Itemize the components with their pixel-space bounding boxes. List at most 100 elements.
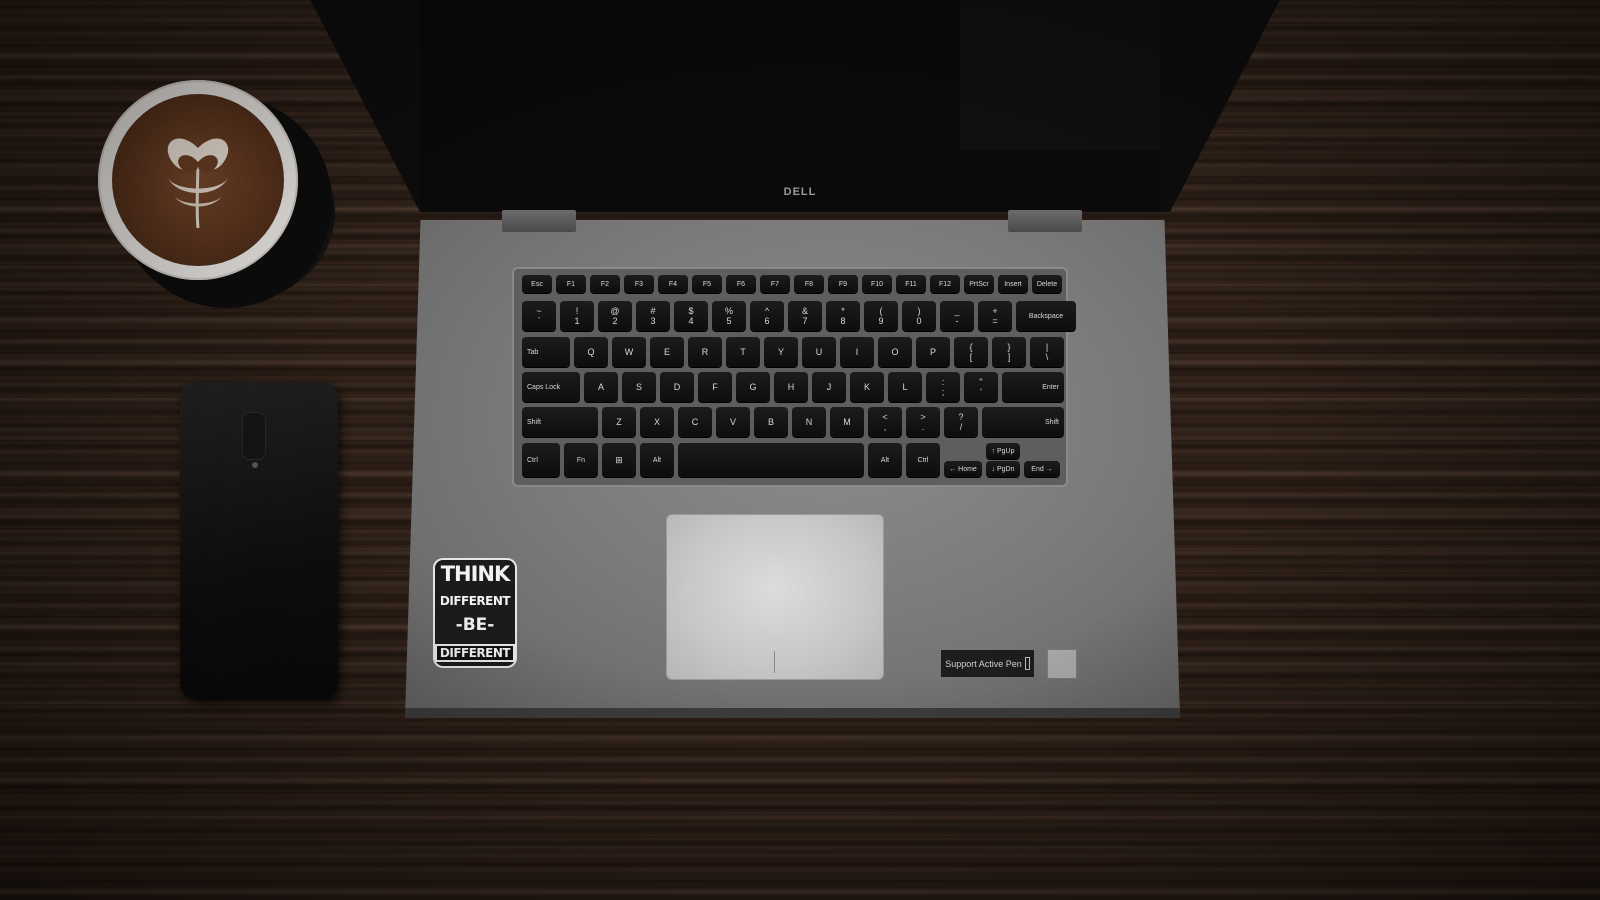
key-letter[interactable]: V [716, 407, 750, 437]
key-symbol[interactable]: | \ [1030, 337, 1064, 367]
key-ctrl-right[interactable]: Ctrl [906, 443, 940, 477]
key-fn-row[interactable]: F10 [862, 275, 892, 293]
key-spacebar[interactable] [678, 443, 864, 477]
laptop-base-edge [405, 708, 1180, 718]
key-letter[interactable]: H [774, 372, 808, 402]
key-fn-row[interactable]: F3 [624, 275, 654, 293]
touchpad[interactable] [666, 514, 884, 680]
key-fn-row[interactable]: F12 [930, 275, 960, 293]
key-letter[interactable]: G [736, 372, 770, 402]
key-letter[interactable]: I [840, 337, 874, 367]
key-symbol[interactable]: <, [868, 407, 902, 437]
key-letter[interactable]: Q [574, 337, 608, 367]
key-symbol[interactable]: :; [926, 372, 960, 402]
key-label-bottom: 2 [612, 316, 618, 326]
key-number[interactable]: ~ ` [522, 301, 556, 331]
key-fn-row[interactable]: F1 [556, 275, 586, 293]
key-fn-row[interactable]: F5 [692, 275, 722, 293]
key-letter[interactable]: N [792, 407, 826, 437]
key-letter[interactable]: S [622, 372, 656, 402]
key-fn-row[interactable]: F8 [794, 275, 824, 293]
key-label-top: ) [917, 306, 921, 316]
key-label-top: ( [879, 306, 883, 316]
key-label-top: * [841, 306, 845, 316]
key-letter[interactable]: T [726, 337, 760, 367]
key-letter[interactable]: O [878, 337, 912, 367]
key-alt-left[interactable]: Alt [640, 443, 674, 477]
key-letter[interactable]: A [584, 372, 618, 402]
key-fn-row[interactable]: PrtScr [964, 275, 994, 293]
key-number[interactable]: % 5 [712, 301, 746, 331]
function-row: Esc F1 F2 F3 F4 F5 F6 F7 F8 F9 F10 F11 F12 PrtScr Inse… [522, 275, 1062, 293]
touchpad-divider [774, 651, 775, 673]
key-symbol[interactable]: >. [906, 407, 940, 437]
key-letter[interactable]: W [612, 337, 646, 367]
key-letter[interactable]: L [888, 372, 922, 402]
key-label-bottom: 0 [916, 316, 922, 326]
key-letter[interactable]: R [688, 337, 722, 367]
coffee-cup [98, 80, 298, 280]
key-fn-row[interactable]: F9 [828, 275, 858, 293]
key-letter[interactable]: K [850, 372, 884, 402]
key-fn-row[interactable]: F11 [896, 275, 926, 293]
key-pgup[interactable]: ↑ PgUp [986, 443, 1020, 459]
key-fn-row[interactable]: Insert [998, 275, 1028, 293]
key-fn-row[interactable]: Delete [1032, 275, 1062, 293]
key-number[interactable]: ! 1 [560, 301, 594, 331]
key-number[interactable]: + = [978, 301, 1012, 331]
key-ctrl-left[interactable]: Ctrl [522, 443, 560, 477]
key-letter[interactable]: B [754, 407, 788, 437]
key-label-top: | [1045, 342, 1049, 352]
key-home[interactable]: ← Home [944, 461, 982, 477]
key-letter[interactable]: C [678, 407, 712, 437]
key-letter[interactable]: P [916, 337, 950, 367]
key-letter[interactable]: U [802, 337, 836, 367]
key-letter[interactable]: F [698, 372, 732, 402]
key-alt-right[interactable]: Alt [868, 443, 902, 477]
key-symbol[interactable]: }] [992, 337, 1026, 367]
key-number[interactable]: & 7 [788, 301, 822, 331]
key-number[interactable]: ) 0 [902, 301, 936, 331]
key-backspace[interactable]: Backspace [1016, 301, 1076, 331]
key-number[interactable]: * 8 [826, 301, 860, 331]
key-letter[interactable]: M [830, 407, 864, 437]
key-caps-lock[interactable]: Caps Lock [522, 372, 580, 402]
key-letter[interactable]: X [640, 407, 674, 437]
camera-icon [242, 412, 266, 460]
key-letter[interactable]: D [660, 372, 694, 402]
key-letter[interactable]: Y [764, 337, 798, 367]
key-symbol[interactable]: ? / [944, 407, 978, 437]
key-letter[interactable]: Z [602, 407, 636, 437]
key-end[interactable]: End → [1024, 461, 1060, 477]
key-label-bottom: = [992, 316, 998, 326]
key-tab[interactable]: Tab [522, 337, 570, 367]
key-letter[interactable]: E [650, 337, 684, 367]
sticker-line-different: DIFFERENT [439, 594, 511, 608]
keyboard: Esc F1 F2 F3 F4 F5 F6 F7 F8 F9 F10 F11 F12 PrtScr Inse… [512, 267, 1076, 487]
windows-key-icon[interactable]: ⊞ [602, 443, 636, 477]
key-number[interactable]: $4 [674, 301, 708, 331]
key-shift-left[interactable]: Shift [522, 407, 598, 437]
key-fn-row[interactable]: F7 [760, 275, 790, 293]
key-fn-row[interactable]: F6 [726, 275, 756, 293]
key-number[interactable]: #3 [636, 301, 670, 331]
key-fn-row[interactable]: F2 [590, 275, 620, 293]
key-fn[interactable]: Fn [564, 443, 598, 477]
key-enter[interactable]: Enter [1002, 372, 1064, 402]
key-number[interactable]: ^ 6 [750, 301, 784, 331]
key-pgdn[interactable]: ↓ PgDn [986, 461, 1020, 477]
key-number[interactable]: (9 [864, 301, 898, 331]
key-symbol[interactable]: " ' [964, 372, 998, 402]
sticker-text: THINK DIFFERENT -BE- DIFFERENT [434, 564, 516, 662]
key-number[interactable]: _ - [940, 301, 974, 331]
key-number[interactable]: @2 [598, 301, 632, 331]
key-fn-row[interactable]: Esc [522, 275, 552, 293]
key-label-top: ! [575, 306, 579, 316]
key-label-bottom: . [921, 422, 925, 432]
key-letter[interactable]: J [812, 372, 846, 402]
key-label-bottom: 3 [650, 316, 656, 326]
key-symbol[interactable]: {[ [954, 337, 988, 367]
key-fn-row[interactable]: F4 [658, 275, 688, 293]
pen-icon [1024, 657, 1030, 670]
key-shift-right[interactable]: Shift [982, 407, 1064, 437]
